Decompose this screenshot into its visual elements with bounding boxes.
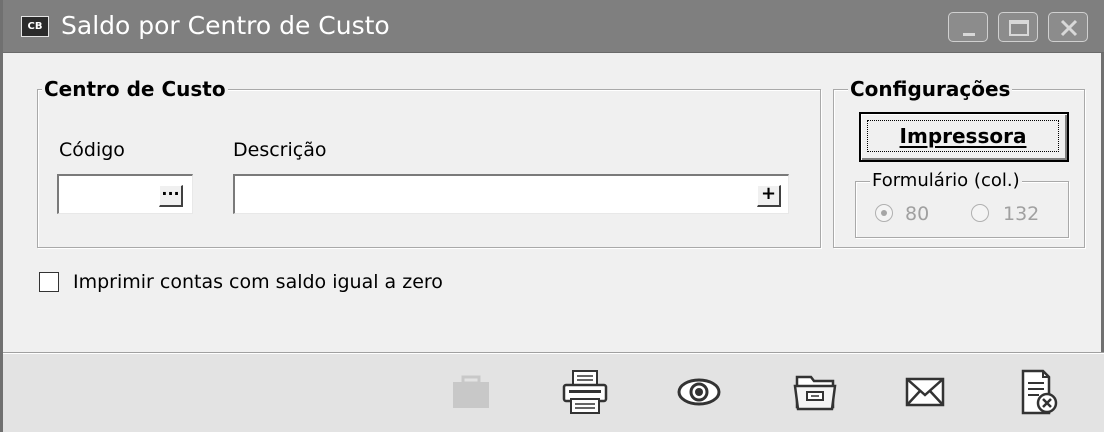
codigo-field[interactable]: ··· bbox=[57, 174, 193, 214]
radio-80-label: 80 bbox=[905, 203, 930, 225]
dialog-window: CB Saldo por Centro de Custo Centro de C… bbox=[0, 0, 1104, 432]
close-icon bbox=[1060, 19, 1078, 37]
minimize-icon bbox=[963, 33, 975, 36]
impressora-label: Impressora bbox=[899, 124, 1027, 148]
eye-icon bbox=[677, 378, 721, 406]
preview-button[interactable] bbox=[675, 367, 727, 419]
folder-icon bbox=[793, 375, 837, 411]
briefcase-button[interactable] bbox=[449, 367, 501, 419]
briefcase-icon bbox=[453, 375, 489, 408]
centro-de-custo-legend: Centro de Custo bbox=[42, 77, 228, 101]
codigo-label: Código bbox=[59, 139, 125, 161]
close-report-button[interactable] bbox=[1017, 367, 1069, 419]
zero-balance-checkbox[interactable] bbox=[39, 272, 59, 292]
radio-80[interactable] bbox=[875, 204, 893, 222]
centro-de-custo-group: Centro de Custo bbox=[37, 78, 821, 248]
close-button[interactable] bbox=[1048, 12, 1088, 42]
descricao-add-button[interactable]: + bbox=[757, 185, 781, 207]
codigo-lookup-button[interactable]: ··· bbox=[159, 185, 183, 207]
envelope-icon bbox=[905, 377, 945, 407]
maximize-button[interactable] bbox=[998, 12, 1038, 42]
window-title: Saldo por Centro de Custo bbox=[61, 11, 390, 40]
radio-132-label: 132 bbox=[1003, 203, 1040, 225]
action-toolbar bbox=[3, 352, 1104, 432]
email-button[interactable] bbox=[903, 367, 955, 419]
minimize-button[interactable] bbox=[948, 12, 988, 42]
impressora-button[interactable]: Impressora bbox=[859, 112, 1069, 162]
configuracoes-legend: Configurações bbox=[848, 77, 1013, 101]
zero-balance-label: Imprimir contas com saldo igual a zero bbox=[73, 271, 443, 293]
formulario-legend: Formulário (col.) bbox=[870, 170, 1022, 192]
app-icon: CB bbox=[21, 16, 49, 37]
descricao-field[interactable]: + bbox=[233, 174, 789, 214]
title-bar[interactable]: CB Saldo por Centro de Custo bbox=[3, 0, 1104, 53]
folder-button[interactable] bbox=[791, 367, 843, 419]
radio-132[interactable] bbox=[971, 204, 989, 222]
printer-icon bbox=[562, 370, 608, 414]
descricao-label: Descrição bbox=[233, 139, 327, 161]
print-button[interactable] bbox=[561, 367, 613, 419]
close-document-icon bbox=[1021, 369, 1058, 415]
maximize-icon bbox=[1009, 20, 1029, 36]
